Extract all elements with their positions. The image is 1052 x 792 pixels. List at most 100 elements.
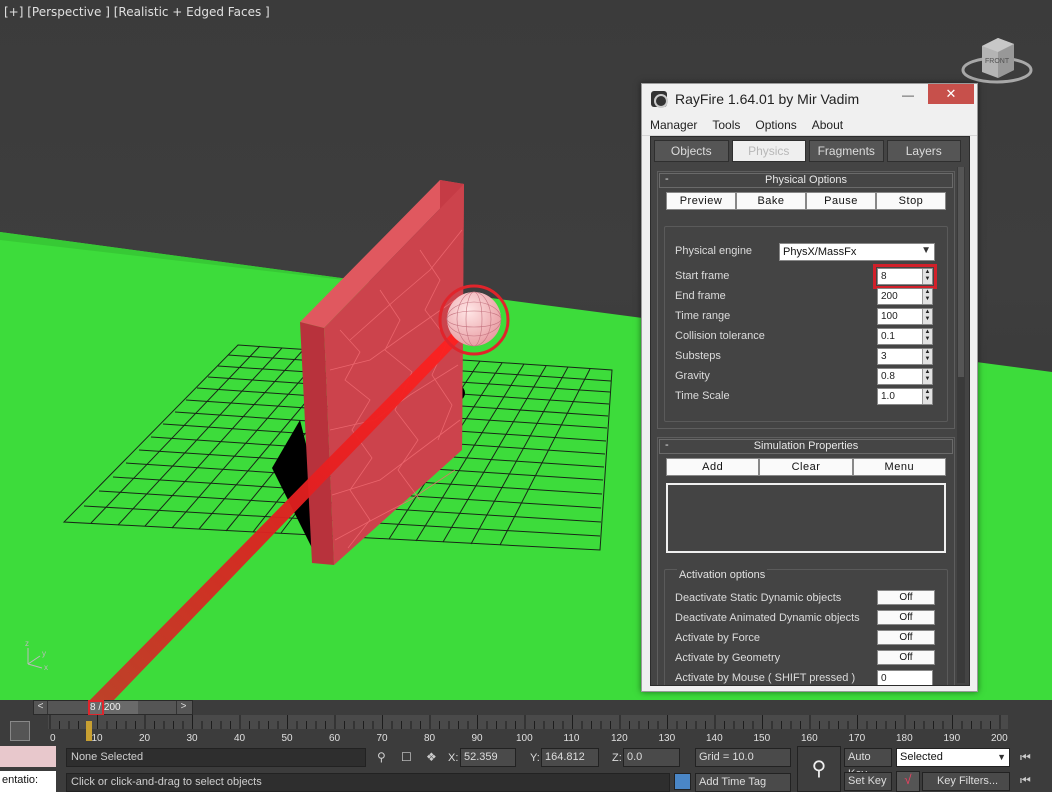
absolute-mode-icon[interactable]: ❖ (426, 750, 437, 764)
activation-row: Activate by Force Off (675, 630, 939, 648)
spinner-arrows-icon[interactable]: ▲ ▼ (922, 349, 932, 364)
engine-select[interactable]: PhysX/MassFx ▼ (779, 243, 935, 261)
deactivate-animated-toggle[interactable]: Off (877, 610, 935, 625)
viewport-label[interactable]: [+] [Perspective ] [Realistic + Edged Fa… (4, 5, 270, 19)
preview-button[interactable]: Preview (666, 192, 736, 210)
activation-row: Deactivate Static Dynamic objects Off (675, 590, 939, 608)
main-tabs: Objects Physics Fragments Layers (654, 140, 964, 164)
x-coordinate-field[interactable]: 52.359 (460, 748, 516, 767)
collision-tolerance-spinner[interactable]: 0.1 ▲ ▼ (877, 328, 933, 345)
go-to-start-icon[interactable]: ⏮ (1020, 750, 1031, 765)
spinner-arrows-icon[interactable]: ▲ ▼ (922, 309, 932, 324)
add-time-tag-field[interactable]: Add Time Tag (695, 773, 791, 792)
tab-objects[interactable]: Objects (654, 140, 729, 162)
tab-layers[interactable]: Layers (886, 140, 961, 162)
close-button[interactable]: ✕ (928, 84, 974, 104)
ruler-tick-label: 100 (516, 733, 533, 744)
menu-manager[interactable]: Manager (650, 118, 697, 132)
ruler-tick-label: 80 (424, 733, 436, 744)
spinner-arrows-icon[interactable]: ▲ ▼ (922, 329, 932, 344)
svg-text:z: z (25, 639, 29, 648)
time-slider-prev-button[interactable]: < (34, 701, 48, 714)
spinner-arrows-icon[interactable]: ▲ ▼ (922, 389, 932, 404)
ruler-tick-label: 0 (50, 733, 56, 744)
key-mode-select[interactable]: Selected ▼ (896, 748, 1010, 767)
activate-by-geometry-toggle[interactable]: Off (877, 650, 935, 665)
param-row-gravity: Gravity 0.8 ▲ ▼ (675, 368, 939, 386)
collapse-toggle[interactable]: - (665, 173, 669, 186)
track-bar-icon[interactable] (10, 721, 30, 741)
menu-button[interactable]: Menu (852, 458, 946, 476)
ruler-tick-label: 190 (944, 733, 961, 744)
ruler-tick-label: 10 (92, 733, 104, 744)
set-key-large-button[interactable]: ⚲ (797, 746, 841, 792)
menu-about[interactable]: About (812, 118, 843, 132)
rollout-title: Simulation Properties (753, 440, 859, 452)
dialog-title: RayFire 1.64.01 by Mir Vadim (675, 91, 860, 107)
ruler-tick-label: 140 (706, 733, 723, 744)
activate-by-mouse-spinner[interactable]: 0 (877, 670, 933, 685)
param-row-start-frame: Start frame 8 ▲ ▼ (675, 264, 939, 289)
selection-lock-icon[interactable]: ☐ (401, 750, 412, 764)
clear-button[interactable]: Clear (759, 458, 853, 476)
activation-options-title: Activation options (677, 569, 768, 581)
menu-options[interactable]: Options (755, 118, 796, 132)
key-icon: ⚲ (811, 758, 827, 780)
substeps-spinner[interactable]: 3 ▲ ▼ (877, 348, 933, 365)
dialog-scrollbar[interactable] (957, 167, 965, 683)
auto-key-button[interactable]: Auto Key (844, 748, 892, 780)
param-row-time-scale: Time Scale 1.0 ▲ ▼ (675, 388, 939, 406)
color-swatch[interactable] (0, 746, 56, 767)
gravity-spinner[interactable]: 0.8 ▲ ▼ (877, 368, 933, 385)
set-key-button[interactable]: Set Key (844, 772, 892, 791)
spinner-arrows-icon[interactable]: ▲ ▼ (922, 289, 932, 304)
key-filters-button[interactable]: Key Filters... (922, 772, 1010, 791)
ruler-tick-label: 120 (611, 733, 628, 744)
ruler-tick-label: 40 (234, 733, 246, 744)
start-frame-spinner[interactable]: 8 ▲ ▼ (873, 264, 937, 289)
dialog-titlebar[interactable]: RayFire 1.64.01 by Mir Vadim (642, 84, 977, 114)
time-slider[interactable]: < 8 / 200 > (33, 700, 193, 715)
tab-fragments[interactable]: Fragments (809, 140, 884, 162)
tab-physics[interactable]: Physics (731, 140, 806, 162)
lock-icon[interactable]: ⚲ (377, 750, 386, 764)
spinner-arrows-icon[interactable]: ▲ ▼ (922, 269, 932, 284)
engine-label: Physical engine (675, 245, 753, 257)
z-coordinate-field[interactable]: 0.0 (623, 748, 680, 767)
physical-options-rollout: - Physical Options Preview Bake Pause St… (657, 171, 955, 429)
ruler-tick-label: 170 (849, 733, 866, 744)
ruler-tick-label: 90 (472, 733, 484, 744)
ruler-tick-label: 180 (896, 733, 913, 744)
collapse-toggle[interactable]: - (665, 439, 669, 452)
stop-button[interactable]: Stop (876, 192, 946, 210)
listener-field[interactable]: entatio: (0, 771, 56, 792)
time-range-spinner[interactable]: 100 ▲ ▼ (877, 308, 933, 325)
chevron-down-icon: ▼ (921, 245, 931, 256)
add-button[interactable]: Add (666, 458, 760, 476)
ruler-tick-label: 30 (187, 733, 199, 744)
current-frame-marker[interactable] (86, 721, 92, 741)
simulation-objects-list[interactable] (666, 483, 946, 553)
deactivate-static-toggle[interactable]: Off (877, 590, 935, 605)
time-slider-next-button[interactable]: > (176, 701, 190, 714)
bake-button[interactable]: Bake (736, 192, 806, 210)
spinner-arrows-icon[interactable]: ▲ ▼ (922, 369, 932, 384)
end-frame-spinner[interactable]: 200 ▲ ▼ (877, 288, 933, 305)
dialog-body: Objects Physics Fragments Layers - Physi… (650, 136, 970, 686)
menu-tools[interactable]: Tools (712, 118, 740, 132)
chevron-down-icon: ▼ (997, 752, 1006, 762)
frame-ruler[interactable]: 0 10 20 30 40 50 60 70 80 90 100 110 120 130 140 150 160… (48, 715, 1008, 745)
time-tag-icon[interactable] (674, 773, 691, 790)
minimize-button[interactable]: — (895, 88, 921, 104)
prev-key-icon[interactable]: ⏮ (1020, 773, 1031, 788)
y-coordinate-field[interactable]: 164.812 (541, 748, 599, 767)
scrollbar-thumb[interactable] (958, 167, 964, 377)
time-scale-spinner[interactable]: 1.0 ▲ ▼ (877, 388, 933, 405)
ruler-tick-label: 130 (659, 733, 676, 744)
simulation-properties-header[interactable]: - Simulation Properties (659, 439, 953, 454)
tangent-curve-icon[interactable]: √ (896, 771, 920, 792)
activate-by-force-toggle[interactable]: Off (877, 630, 935, 645)
ruler-tick-label: 70 (377, 733, 389, 744)
pause-button[interactable]: Pause (806, 192, 876, 210)
physical-options-header[interactable]: - Physical Options (659, 173, 953, 188)
